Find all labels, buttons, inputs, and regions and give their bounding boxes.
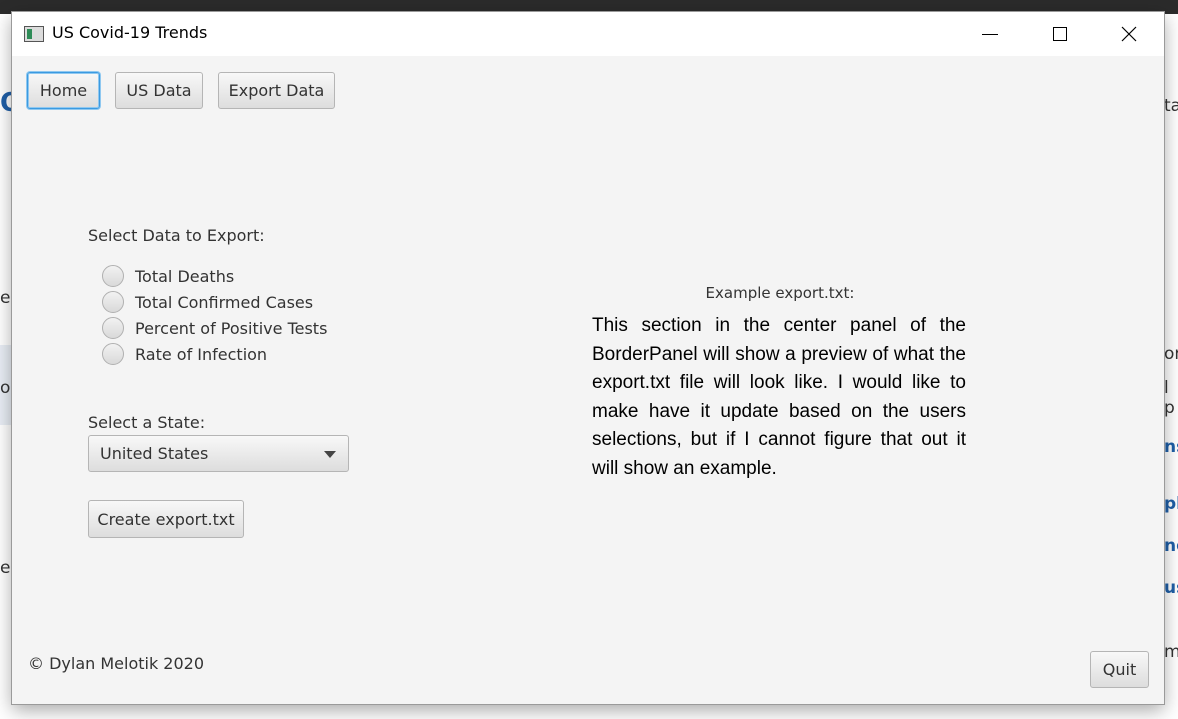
radio-total-confirmed-cases[interactable]: Total Confirmed Cases — [102, 290, 313, 314]
radio-label: Rate of Infection — [135, 344, 268, 364]
app-window: US Covid-19 Trends Home US Data Export D… — [12, 12, 1164, 704]
radio-label: Percent of Positive Tests — [135, 318, 328, 338]
radio-label: Total Confirmed Cases — [135, 292, 314, 312]
chevron-down-icon — [324, 451, 336, 458]
copyright-text: © Dylan Melotik 2020 — [28, 654, 205, 673]
radio-total-deaths[interactable]: Total Deaths — [102, 264, 234, 288]
minimize-button[interactable] — [955, 12, 1025, 56]
maximize-button[interactable] — [1025, 12, 1095, 56]
radio-circle[interactable] — [102, 265, 124, 287]
radio-label: Total Deaths — [135, 266, 235, 286]
state-dropdown-value: United States — [100, 444, 209, 463]
preview-title: Example export.txt: — [705, 284, 855, 302]
maximize-icon — [1053, 27, 1067, 41]
close-button[interactable] — [1094, 12, 1164, 56]
radio-circle[interactable] — [102, 291, 124, 313]
background-text-fragment: m — [1164, 642, 1178, 662]
home-button[interactable]: Home — [27, 72, 100, 109]
state-dropdown[interactable]: United States — [88, 435, 349, 472]
background-text-fragment: pl — [1164, 494, 1178, 514]
app-icon — [24, 26, 44, 42]
minimize-icon — [982, 33, 998, 35]
radio-percent-positive-tests[interactable]: Percent of Positive Tests — [102, 316, 327, 340]
preview-text: This section in the center panel of the … — [592, 315, 966, 479]
background-text-fragment: ta — [1164, 96, 1178, 116]
us-data-button[interactable]: US Data — [115, 72, 203, 109]
title-bar[interactable]: US Covid-19 Trends — [12, 12, 1164, 56]
quit-button[interactable]: Quit — [1090, 651, 1149, 688]
close-icon — [1121, 26, 1137, 42]
background-text-fragment: us — [1164, 578, 1178, 598]
create-export-button[interactable]: Create export.txt — [88, 500, 244, 538]
window-title: US Covid-19 Trends — [52, 23, 208, 42]
select-data-label: Select Data to Export: — [88, 226, 265, 245]
background-text-fragment: l p — [1164, 378, 1175, 418]
radio-rate-of-infection[interactable]: Rate of Infection — [102, 342, 267, 366]
export-data-button[interactable]: Export Data — [218, 72, 335, 109]
background-text-fragment: ns — [1164, 437, 1178, 457]
radio-circle[interactable] — [102, 317, 124, 339]
select-state-label: Select a State: — [88, 413, 206, 432]
background-text-fragment: ng — [1164, 536, 1178, 556]
radio-circle[interactable] — [102, 343, 124, 365]
background-text-fragment: or — [1164, 344, 1178, 364]
